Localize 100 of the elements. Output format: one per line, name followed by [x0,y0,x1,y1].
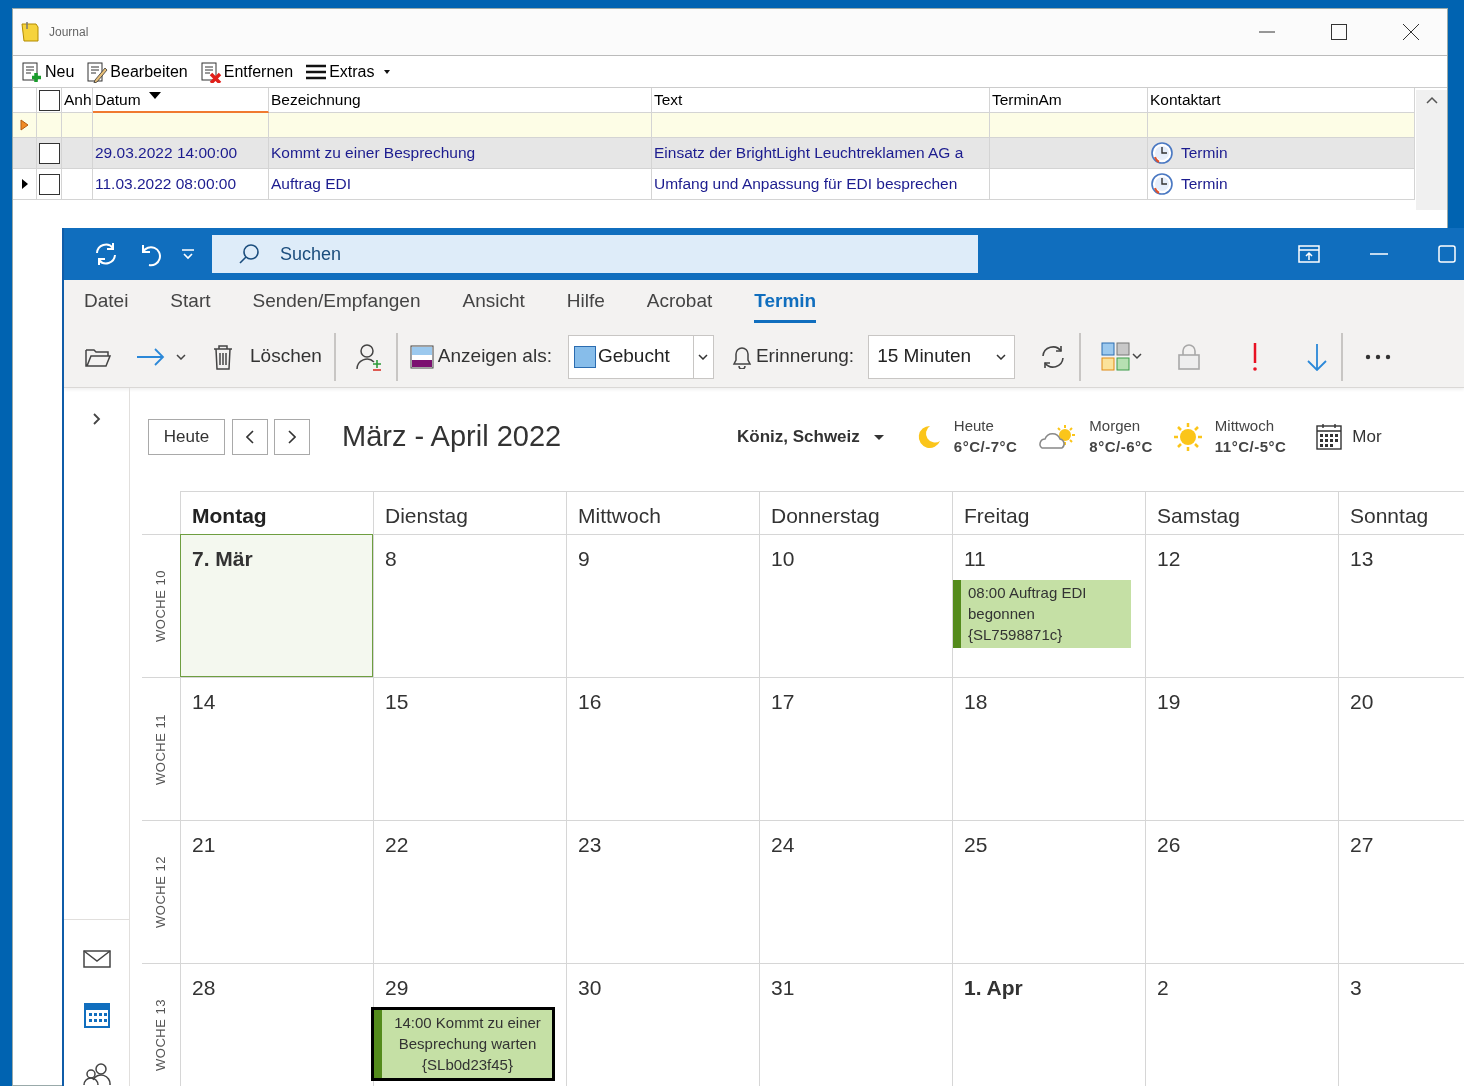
calendar-view-icon [1316,424,1343,450]
day-number: 22 [384,832,410,858]
toolbar-button[interactable]: Entfernen [197,59,300,84]
weather-day: Mittwoch [1214,416,1287,436]
day-number: 15 [384,689,410,715]
caret-icon [873,434,884,440]
note-icon [19,21,41,43]
caret-icon [698,353,709,360]
weather-temperature: 8°C/-6°C [1089,436,1153,457]
scrollbar[interactable] [1416,90,1447,210]
sun-icon [1172,422,1203,452]
weather-temperature: 6°C/-7°C [953,436,1018,457]
toolbar-button[interactable]: Bearbeiten [84,59,194,84]
week-label: WOCHE 10 [152,570,170,642]
table-cell-text: 11.03.2022 08:00:00 [95,174,237,195]
status-dropdown[interactable]: Gebucht [567,334,714,379]
column-header[interactable]: Kontaktart [1150,88,1221,112]
column-header[interactable]: Text [654,88,683,112]
checkbox[interactable] [38,142,60,164]
maximize-icon[interactable] [1331,24,1347,40]
menu-button[interactable]: Extras [303,59,397,84]
day-number: 27 [1349,832,1375,858]
column-header[interactable]: TerminAm [992,88,1062,112]
current-row-icon [21,179,28,189]
calendar-event[interactable]: 08:00 Auftrag EDI begonnen {SL7598871c} [953,580,1131,648]
chevron-right-icon[interactable] [91,412,102,426]
close-icon[interactable] [1403,24,1419,40]
day-number: 21 [191,832,217,858]
document-edit-icon [86,60,109,83]
day-number: 24 [770,832,796,858]
document-delete-icon [199,60,222,83]
table-cell-text: Umfang und Anpassung für EDI besprechen [654,174,958,195]
column-header[interactable]: Datum [95,88,141,111]
window-title: Journal [49,24,89,41]
search-field[interactable]: Suchen [212,235,978,273]
dropdown-icon[interactable] [181,248,195,260]
calendar-event[interactable]: 14:00 Kommt zu einer Besprechung warten {SLb0d23f45} [374,1010,552,1078]
chevron-right-icon [288,430,296,444]
day-number: 12 [1156,546,1182,572]
day-number: 16 [577,689,603,715]
more-icon[interactable] [1365,353,1392,360]
caret-icon[interactable] [176,353,186,360]
calendar-icon[interactable] [82,1002,111,1028]
day-number: 14 [191,689,217,715]
day-number: 1. Apr [963,975,1024,1001]
menu-tab[interactable]: Hilfe [566,283,605,323]
day-number: 26 [1156,832,1182,858]
caret-icon [996,353,1007,360]
today-button[interactable]: Heute [148,419,225,455]
day-number: 10 [770,546,796,572]
day-number: 23 [577,832,603,858]
clock-icon [1151,142,1173,164]
window-mode-icon[interactable] [1298,245,1320,263]
previous-button[interactable] [232,419,268,455]
caret-icon [384,69,391,74]
mail-icon[interactable] [82,950,111,968]
table-cell-text: Einsatz der BrightLight Leuchtreklamen AG a [654,143,964,164]
down-arrow-icon[interactable] [1305,342,1330,371]
column-header[interactable]: Anh [64,88,92,112]
reminder-button[interactable]: Erinnerung: [723,336,861,377]
checkbox[interactable] [38,173,60,195]
weather-day: Morgen [1089,416,1153,436]
location-dropdown[interactable]: Köniz, Schweiz [737,424,884,450]
sync-icon[interactable] [93,241,119,267]
categorize-icon[interactable] [1101,342,1144,371]
reminder-dropdown[interactable]: 15 Minuten [868,334,1016,379]
table-cell-text: Termin [1181,143,1228,164]
day-number: 19 [1156,689,1182,715]
day-number: 8 [384,546,398,572]
day-number: 25 [963,832,989,858]
add-person-icon[interactable] [355,342,384,371]
calendar-title: März - April 2022 [342,419,563,455]
people-icon[interactable] [82,1062,111,1086]
day-number: 17 [770,689,796,715]
show-as-button[interactable]: Anzeigen als: [403,336,558,377]
day-number: 29 [384,975,410,1001]
menu-tab[interactable]: Senden/Empfangen [252,283,421,323]
partly-cloudy-icon [1037,424,1078,450]
next-button[interactable] [274,419,310,455]
day-number: 13 [1349,546,1375,572]
chevron-left-icon [246,430,254,444]
day-number: 18 [963,689,989,715]
day-number: 31 [770,975,796,1001]
trash-icon [212,343,234,370]
weather-temperature: 11°C/-5°C [1214,436,1287,457]
menu-tab[interactable]: Start [170,283,211,323]
checkbox[interactable] [38,89,60,111]
menu-tab[interactable]: Termin [754,283,817,323]
menu-tab[interactable]: Ansicht [462,283,525,323]
menu-tab[interactable]: Acrobat [646,283,713,323]
toolbar-button[interactable]: Neu [19,59,81,84]
day-number: 20 [1349,689,1375,715]
week-label: WOCHE 11 [152,713,170,785]
delete-button[interactable]: Löschen [206,336,328,377]
column-header[interactable]: Bezeichnung [271,88,361,112]
chevron-up-icon[interactable] [1425,96,1438,104]
exclamation-icon[interactable] [1251,341,1260,372]
menu-tab[interactable]: Datei [84,283,129,323]
day-number: 3 [1349,975,1363,1001]
month-view-button[interactable]: Mor [1316,417,1382,457]
